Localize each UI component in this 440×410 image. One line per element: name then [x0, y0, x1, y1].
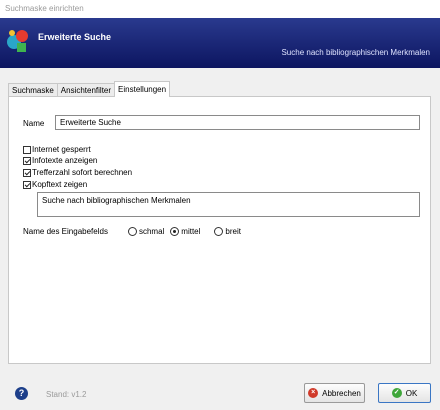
radio-label: mittel [181, 227, 201, 236]
cancel-icon: × [308, 388, 319, 398]
tab-bar: Suchmaske Ansichtenfilter Einstellungen [8, 81, 171, 97]
checkbox-box[interactable] [23, 168, 31, 177]
cancel-button[interactable]: × Abbrechen [304, 383, 365, 403]
checkbox-internet-gesperrt[interactable]: Internet gesperrt [23, 144, 91, 155]
radio-label: breit [225, 227, 241, 236]
banner-title: Erweiterte Suche [38, 32, 112, 42]
radio-dot[interactable] [214, 227, 224, 236]
checkbox-box[interactable] [23, 156, 31, 165]
banner-subtitle: Suche nach bibliographischen Merkmalen [281, 48, 430, 57]
checkbox-box[interactable] [23, 145, 31, 154]
check-icon: ✓ [391, 388, 402, 398]
radio-mittel[interactable]: mittel [170, 227, 200, 236]
field-size-row: Name des Eingabefelds schmal mittel brei… [23, 226, 241, 237]
header-banner: Erweiterte Suche Suche nach bibliographi… [0, 18, 440, 68]
radio-dot[interactable] [127, 227, 137, 236]
radio-schmal[interactable]: schmal [127, 227, 165, 236]
checkbox-label: Kopftext zeigen [32, 180, 88, 189]
cancel-label: Abbrechen [322, 388, 361, 398]
tab-suchmaske[interactable]: Suchmaske [8, 83, 58, 97]
checkbox-infotexte-anzeigen[interactable]: Infotexte anzeigen [23, 155, 97, 166]
checkbox-label: Internet gesperrt [32, 145, 91, 154]
ok-label: OK [405, 388, 418, 398]
kopftext-field[interactable]: Suche nach bibliographischen Merkmalen [37, 192, 420, 217]
help-icon[interactable]: ? [15, 387, 28, 400]
radio-label: schmal [138, 227, 165, 236]
checkbox-box[interactable] [23, 180, 31, 189]
name-label: Name [23, 119, 45, 128]
window-title: Suchmaske einrichten [0, 0, 440, 18]
version-label: Stand: v1.2 [46, 390, 87, 399]
field-size-label: Name des Eingabefelds [23, 227, 108, 236]
checkbox-label: Trefferzahl sofort berechnen [32, 168, 133, 177]
ok-button[interactable]: ✓ OK [378, 383, 431, 403]
name-field[interactable]: Erweiterte Suche [55, 115, 420, 130]
checkbox-label: Infotexte anzeigen [32, 156, 98, 165]
checkbox-kopftext-zeigen[interactable]: Kopftext zeigen [23, 179, 87, 190]
radio-breit[interactable]: breit [214, 227, 241, 236]
app-logo-icon [7, 30, 28, 52]
checkbox-trefferzahl[interactable]: Trefferzahl sofort berechnen [23, 167, 132, 178]
radio-dot[interactable] [170, 227, 180, 236]
tab-einstellungen[interactable]: Einstellungen [114, 81, 171, 97]
tab-ansichtenfilter[interactable]: Ansichtenfilter [56, 83, 116, 97]
